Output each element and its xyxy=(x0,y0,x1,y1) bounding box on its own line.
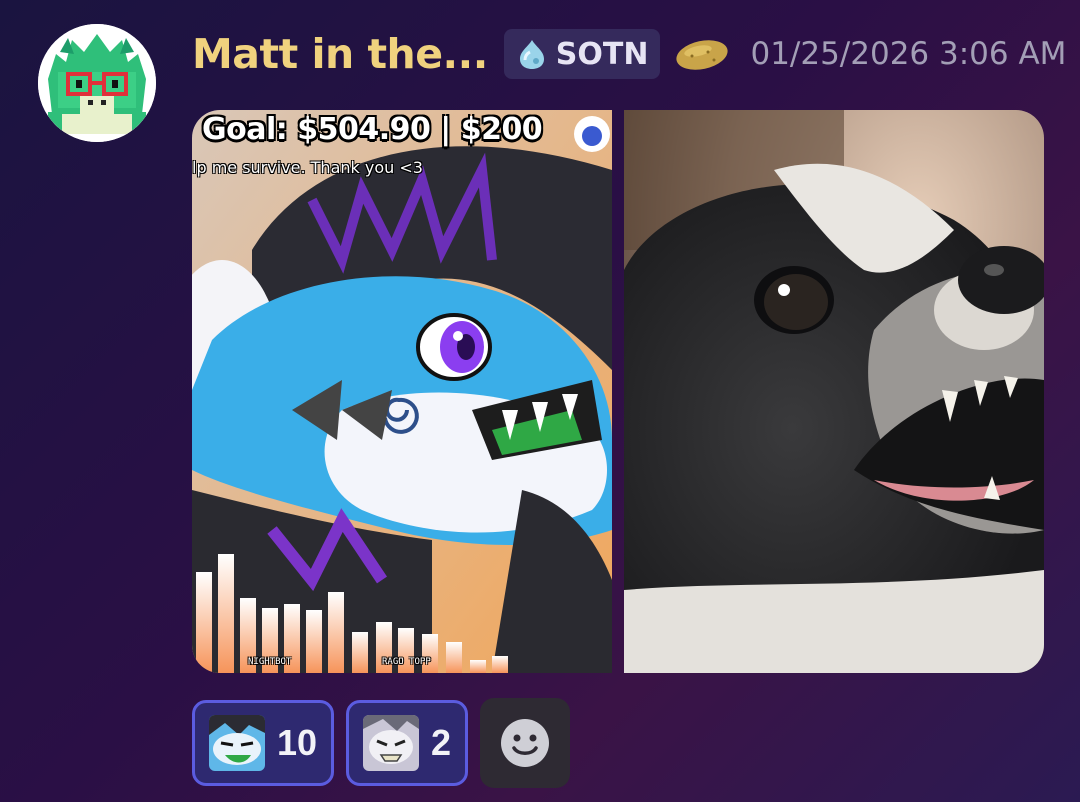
water-drop-icon xyxy=(519,40,544,69)
message-timestamp: 01/25/2026 3:06 AM xyxy=(750,36,1067,72)
potato-icon xyxy=(674,36,730,72)
stream-overlay-name: RAGO TOPP xyxy=(382,657,431,667)
smiley-add-reaction-icon xyxy=(501,719,550,767)
stream-overlay-name: NIGHTBOT xyxy=(248,657,292,667)
stream-subtitle-overlay: lp me survive. Thank you <3 xyxy=(192,158,423,177)
reaction-blue-dragon[interactable]: 10 xyxy=(192,700,335,786)
attachment-gallery: Goal: $504.90 | $200 lp me survive. Than… xyxy=(192,110,1044,673)
dragon-avatar-icon xyxy=(38,24,156,142)
author-avatar[interactable] xyxy=(38,24,156,142)
role-tag[interactable]: SOTN xyxy=(503,29,661,79)
reaction-bar: 10 2 xyxy=(192,698,571,788)
white-dragon-emoji-icon xyxy=(363,715,420,771)
blue-dragon-emoji-icon xyxy=(209,715,265,771)
message-header: Matt in the... SOTN 01/25/2026 3:06 AM xyxy=(192,26,1066,82)
author-name[interactable]: Matt in the... xyxy=(192,30,488,78)
dog-photo-image[interactable] xyxy=(624,110,1044,673)
add-reaction-button[interactable] xyxy=(480,698,571,788)
stream-goal-overlay: Goal: $504.90 | $200 xyxy=(202,112,543,147)
reaction-count: 10 xyxy=(277,722,318,763)
role-tag-label: SOTN xyxy=(555,36,649,72)
reaction-count: 2 xyxy=(431,722,452,763)
reaction-white-dragon[interactable]: 2 xyxy=(346,700,469,786)
stream-screenshot-image[interactable]: Goal: $504.90 | $200 lp me survive. Than… xyxy=(192,110,612,673)
